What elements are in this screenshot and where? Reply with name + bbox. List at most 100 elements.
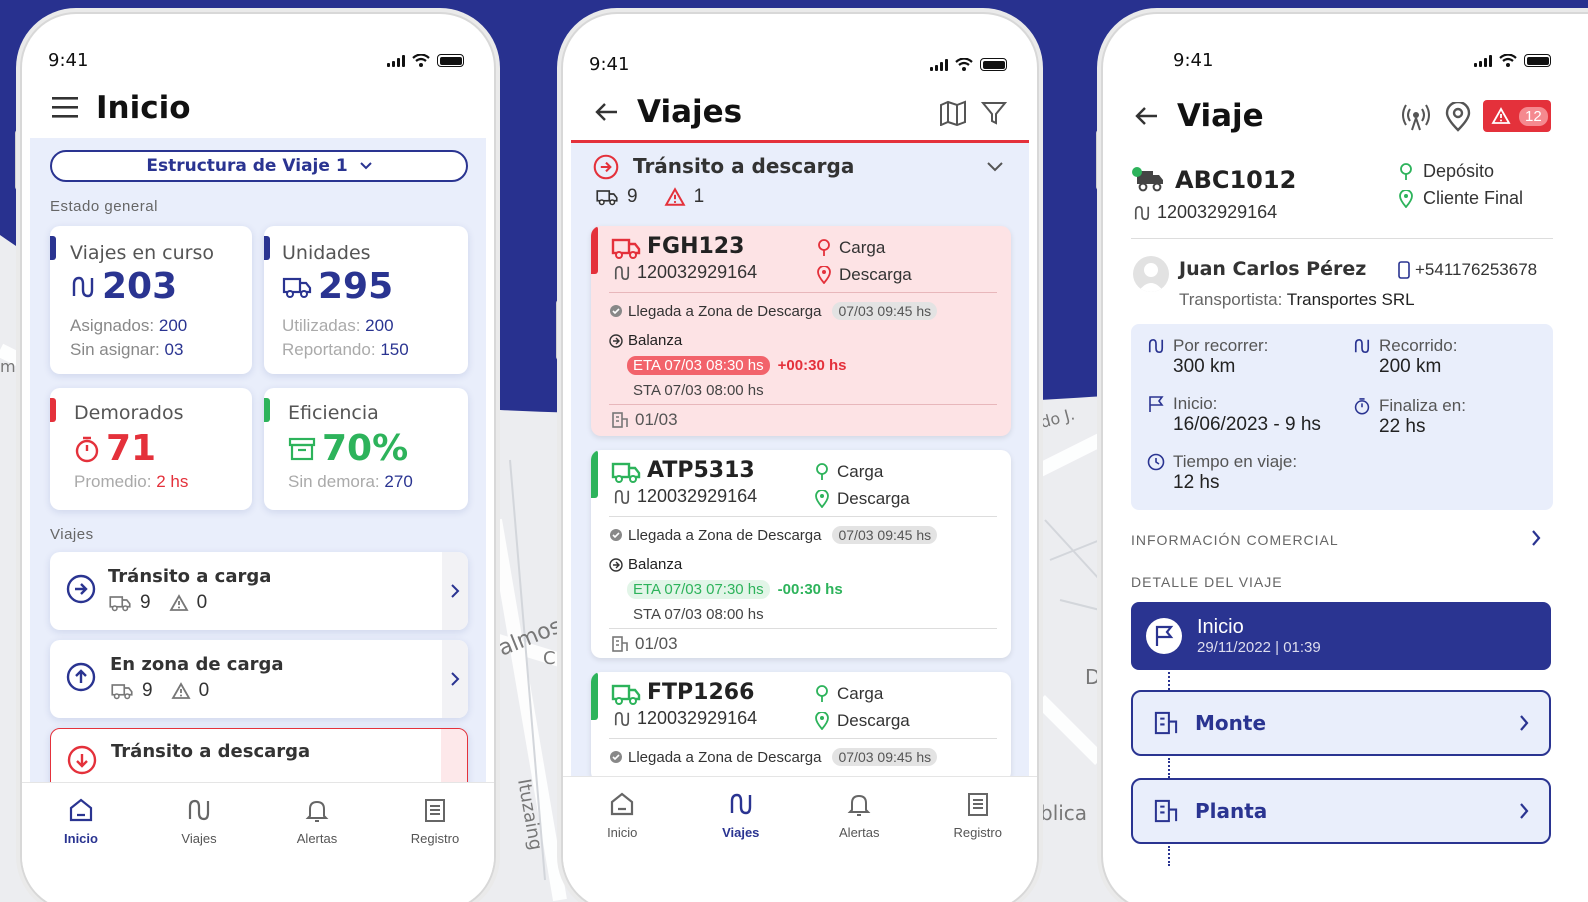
step-name: Monte [1195,711,1267,735]
wifi-icon [955,58,973,71]
svg-text:D: D [1085,665,1100,689]
building-icon [1154,799,1178,823]
stat-value: 200 km [1379,356,1442,377]
step-name: Planta [1195,799,1268,823]
arrow-circle-icon [609,333,623,348]
plate: FGH123 [647,234,745,259]
check-circle-icon [610,529,622,541]
page-title: Viajes [637,94,743,130]
battery-icon [980,58,1007,71]
menu-icon[interactable] [52,96,78,123]
back-arrow-icon[interactable] [595,102,619,122]
card-eficiencia[interactable]: Eficiencia 70% Sin demora: 270 [264,388,468,510]
warning-icon [171,682,191,699]
trip-card[interactable]: ATP5313 120032929164 Carga Descarga Lleg… [591,450,1011,658]
structure-select[interactable]: Estructura de Viaje 1 [50,150,468,182]
nav-viajes[interactable]: Viajes [682,777,801,902]
clock-icon [1147,453,1165,471]
warning-icon [1491,107,1511,124]
nav-viajes[interactable]: Viajes [140,783,258,902]
eta-badge: ETA 07/03 08:30 hs [627,356,770,375]
chevron-right-icon[interactable] [1531,530,1541,546]
pin-outline-icon [816,684,828,702]
bottom-nav: Inicio Viajes Alertas Registro [22,782,494,902]
timer-icon [75,436,99,462]
chevron-down-icon [987,162,1003,172]
plate: ABC1012 [1175,166,1297,194]
map-icon[interactable] [939,100,967,126]
phone-viaje: 9:41 Viaje 12 ABC1012 120032929164 Depós… [1101,12,1588,902]
event-label: Llegada a Zona de Descarga [628,526,822,544]
check-circle-icon [610,305,622,317]
stat-value: 200 [365,316,394,335]
card-viajes-en-curso[interactable]: Viajes en curso 203 Asignados: 200 Sin a… [50,226,252,374]
nav-label: Alertas [839,825,880,840]
broadcast-icon[interactable] [1401,102,1431,132]
svg-text:C: C [543,648,556,669]
signal-icon [387,55,405,67]
route-icon [188,799,210,821]
check-circle-icon [610,751,622,763]
card-value: 203 [102,266,178,307]
route-icon [614,711,630,726]
card-demorados[interactable]: Demorados 71 Promedio: 2 hs [50,388,252,510]
destination: Descarga [837,489,910,508]
trip-date: 01/03 [635,410,678,429]
nav-inicio[interactable]: Inicio [22,783,140,902]
group-header[interactable]: Tránsito a descarga 9 1 [593,154,1013,214]
trip-group-name: Tránsito a descarga [111,741,311,762]
location-pin-icon [815,711,829,730]
plate: FTP1266 [647,680,755,705]
stat-label: Reportando: [282,340,376,359]
arrow-circle-icon [609,557,623,572]
info-comercial-link[interactable]: INFORMACIÓN COMERCIAL [1131,532,1339,548]
phone-inicio: 9:41 Inicio Estructura de Viaje 1 Estado… [20,12,496,902]
event-time: 07/03 09:45 hs [832,302,938,320]
nav-label: Viajes [722,825,760,840]
card-label: Eficiencia [288,402,379,424]
nav-label: Registro [410,831,460,846]
trip-card[interactable]: FTP1266 120032929164 Carga Descarga Lleg… [591,672,1011,782]
card-value: 295 [318,266,394,307]
route-icon [614,265,630,280]
phone-number[interactable]: +541176253678 [1397,260,1537,280]
wifi-icon [1499,54,1517,67]
truck-icon [111,684,133,700]
truck-icon [611,462,641,483]
alerts-count: 1 [693,186,705,207]
alert-count: 12 [1519,106,1548,126]
stat-label: Asignados: [70,316,155,335]
timeline-step-planta[interactable]: Planta [1131,778,1551,844]
flag-icon [1149,396,1164,412]
timeline-step-monte[interactable]: Monte [1131,690,1551,756]
trip-group-transito-carga[interactable]: Tránsito a carga 9 0 [50,552,468,630]
chevron-right-icon [451,672,460,686]
alerts-badge[interactable]: 12 [1483,100,1551,132]
event-time: 07/03 09:45 hs [832,748,938,766]
route-icon [1148,338,1164,354]
nav-registro[interactable]: Registro [376,783,494,902]
location-pin-icon[interactable] [1445,102,1471,132]
units-count: 9 [142,680,153,701]
filter-icon[interactable] [981,100,1007,126]
card-value: 71 [106,428,157,469]
location-pin-icon [815,489,829,508]
phone-viajes: 9:41 Viajes Tránsito a descarga 9 1 FGH1… [561,12,1039,902]
stat-label: Finaliza en: [1379,396,1466,415]
trip-card[interactable]: FGH123 120032929164 Carga Descarga Llega… [591,226,1011,436]
nav-alertas[interactable]: Alertas [800,777,919,902]
svg-text:blica: blica [1040,801,1087,825]
document-icon [425,799,445,822]
stat-value: 300 km [1173,356,1236,377]
step-time: 29/11/2022 | 01:39 [1197,639,1321,656]
nav-inicio[interactable]: Inicio [563,777,682,902]
stat-value: 03 [164,340,184,359]
timeline-step-inicio[interactable]: Inicio 29/11/2022 | 01:39 [1131,602,1551,670]
arrow-down-circle-icon [67,745,97,775]
nav-alertas[interactable]: Alertas [258,783,376,902]
nav-registro[interactable]: Registro [919,777,1038,902]
trip-group-zona-carga[interactable]: En zona de carga 9 0 [50,640,468,718]
pin-outline-icon [816,462,828,480]
back-arrow-icon[interactable] [1135,106,1159,126]
card-unidades[interactable]: Unidades 295 Utilizadas: 200 Reportando:… [264,226,468,374]
